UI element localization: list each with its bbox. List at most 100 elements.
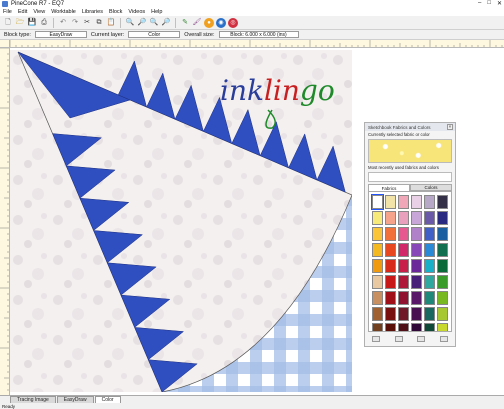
fabric-swatch[interactable] xyxy=(385,227,396,241)
fabric-swatch[interactable] xyxy=(371,194,384,210)
fabric-swatch[interactable] xyxy=(372,291,383,305)
fabric-swatch[interactable] xyxy=(372,275,383,289)
block-type-field[interactable]: EasyDraw xyxy=(34,31,87,38)
cut-icon[interactable]: ✂ xyxy=(82,18,92,28)
fabric-swatch[interactable] xyxy=(398,227,409,241)
undo-icon[interactable]: ↶ xyxy=(58,18,68,28)
paintbrush-icon[interactable]: 🖌 xyxy=(192,18,202,28)
zoom-in-icon[interactable]: 🔍 xyxy=(125,18,135,28)
redo-icon[interactable]: ↷ xyxy=(70,18,80,28)
paste-icon[interactable]: 📋 xyxy=(106,18,116,28)
fabric-swatch[interactable] xyxy=(411,195,422,209)
inklingo-logo: inklingo xyxy=(220,74,335,107)
fabric-swatch[interactable] xyxy=(424,323,435,331)
toolbar-divider xyxy=(175,17,176,28)
spraycan-icon[interactable]: ◎ xyxy=(228,17,238,28)
print-icon[interactable]: ⎙ xyxy=(39,18,49,28)
fabric-swatch[interactable] xyxy=(411,307,422,321)
fabric-swatch[interactable] xyxy=(411,291,422,305)
zoom-out-icon[interactable]: 🔎 xyxy=(137,18,147,28)
menu-file[interactable]: File xyxy=(3,9,12,15)
fabric-swatch[interactable] xyxy=(398,243,409,257)
new-file-icon[interactable]: 🗋 xyxy=(3,18,13,28)
panel-button-1[interactable] xyxy=(372,336,381,342)
fabric-swatch[interactable] xyxy=(398,307,409,321)
fabric-swatch[interactable] xyxy=(385,243,396,257)
fabric-swatch[interactable] xyxy=(424,195,435,209)
fabric-swatch[interactable] xyxy=(437,291,448,305)
fabric-swatch[interactable] xyxy=(424,227,435,241)
fabric-swatch[interactable] xyxy=(385,291,396,305)
current-layer-field[interactable]: Color xyxy=(128,31,181,38)
fabric-swatch[interactable] xyxy=(424,307,435,321)
fabric-swatch[interactable] xyxy=(437,323,448,331)
fabric-swatch[interactable] xyxy=(411,243,422,257)
fabric-swatch[interactable] xyxy=(385,275,396,289)
fabric-swatch[interactable] xyxy=(437,227,448,241)
fabric-swatch[interactable] xyxy=(385,211,396,225)
fabric-swatch[interactable] xyxy=(372,259,383,273)
fabric-swatch[interactable] xyxy=(411,323,422,331)
panel-button-3[interactable] xyxy=(417,336,426,342)
open-file-icon[interactable]: 🗁 xyxy=(15,18,25,28)
close-icon[interactable]: × xyxy=(447,124,453,130)
fabric-swatch[interactable] xyxy=(398,291,409,305)
color-wheel-icon[interactable]: ● xyxy=(204,17,214,28)
fabric-swatch[interactable] xyxy=(398,275,409,289)
fabric-swatch[interactable] xyxy=(372,243,383,257)
panel-button-2[interactable] xyxy=(394,336,403,342)
copy-icon[interactable]: ⧉ xyxy=(94,18,104,28)
edit-block-icon[interactable]: ✎ xyxy=(180,18,190,28)
fabric-swatch[interactable] xyxy=(437,307,448,321)
quilt-block[interactable]: inklingo xyxy=(10,50,352,392)
tab-tracing-image[interactable]: Tracing Image xyxy=(10,396,56,403)
fabric-swatch[interactable] xyxy=(372,323,383,331)
zoom-refresh-icon[interactable]: 🔎 xyxy=(161,18,171,28)
zoom-fit-icon[interactable]: 🔍 xyxy=(149,18,159,28)
panel-button-4[interactable] xyxy=(439,336,448,342)
tab-easydraw[interactable]: EasyDraw xyxy=(56,396,94,403)
fabric-swatch[interactable] xyxy=(385,259,396,273)
fabric-swatch[interactable] xyxy=(398,195,409,209)
menu-block[interactable]: Block xyxy=(109,9,122,15)
fabric-swatch[interactable] xyxy=(437,259,448,273)
tab-color[interactable]: Color xyxy=(94,396,121,403)
save-icon[interactable]: 💾 xyxy=(27,18,37,28)
recent-fabrics-strip[interactable] xyxy=(368,172,452,182)
menu-view[interactable]: View xyxy=(33,9,45,15)
menu-help[interactable]: Help xyxy=(151,9,162,15)
fabric-swatch[interactable] xyxy=(437,195,448,209)
fabric-swatch[interactable] xyxy=(398,323,409,331)
menu-worktable[interactable]: Worktable xyxy=(51,9,76,15)
fabric-swatch[interactable] xyxy=(424,275,435,289)
fabric-color-icon[interactable]: ◉ xyxy=(216,17,226,28)
fabric-swatch[interactable] xyxy=(411,227,422,241)
fabric-swatch[interactable] xyxy=(372,227,383,241)
fabric-swatch[interactable] xyxy=(424,211,435,225)
fabric-swatch[interactable] xyxy=(424,243,435,257)
fabric-swatch[interactable] xyxy=(398,259,409,273)
fabric-swatch[interactable] xyxy=(398,211,409,225)
tab-fabrics[interactable]: Fabrics xyxy=(368,184,410,191)
fabric-swatch[interactable] xyxy=(372,307,383,321)
panel-tabs: Fabrics Colors xyxy=(368,184,452,191)
fabric-swatch[interactable] xyxy=(385,323,396,331)
fabric-swatch[interactable] xyxy=(424,291,435,305)
fabric-swatch[interactable] xyxy=(437,243,448,257)
fabric-swatch[interactable] xyxy=(411,211,422,225)
fabric-swatch[interactable] xyxy=(411,275,422,289)
tab-colors[interactable]: Colors xyxy=(410,184,452,191)
menu-libraries[interactable]: Libraries xyxy=(82,9,103,15)
fabric-swatch[interactable] xyxy=(372,211,383,225)
menu-edit[interactable]: Edit xyxy=(18,9,27,15)
fabric-swatch[interactable] xyxy=(437,275,448,289)
fabric-swatch[interactable] xyxy=(437,211,448,225)
menu-videos[interactable]: Videos xyxy=(128,9,145,15)
fabric-swatch[interactable] xyxy=(424,259,435,273)
close-icon[interactable]: ✕ xyxy=(497,0,502,7)
fabric-swatch[interactable] xyxy=(385,195,396,209)
fabric-swatch[interactable] xyxy=(385,307,396,321)
fabric-swatch[interactable] xyxy=(411,259,422,273)
minimize-icon[interactable]: – xyxy=(478,0,481,7)
maximize-icon[interactable]: □ xyxy=(487,0,491,7)
